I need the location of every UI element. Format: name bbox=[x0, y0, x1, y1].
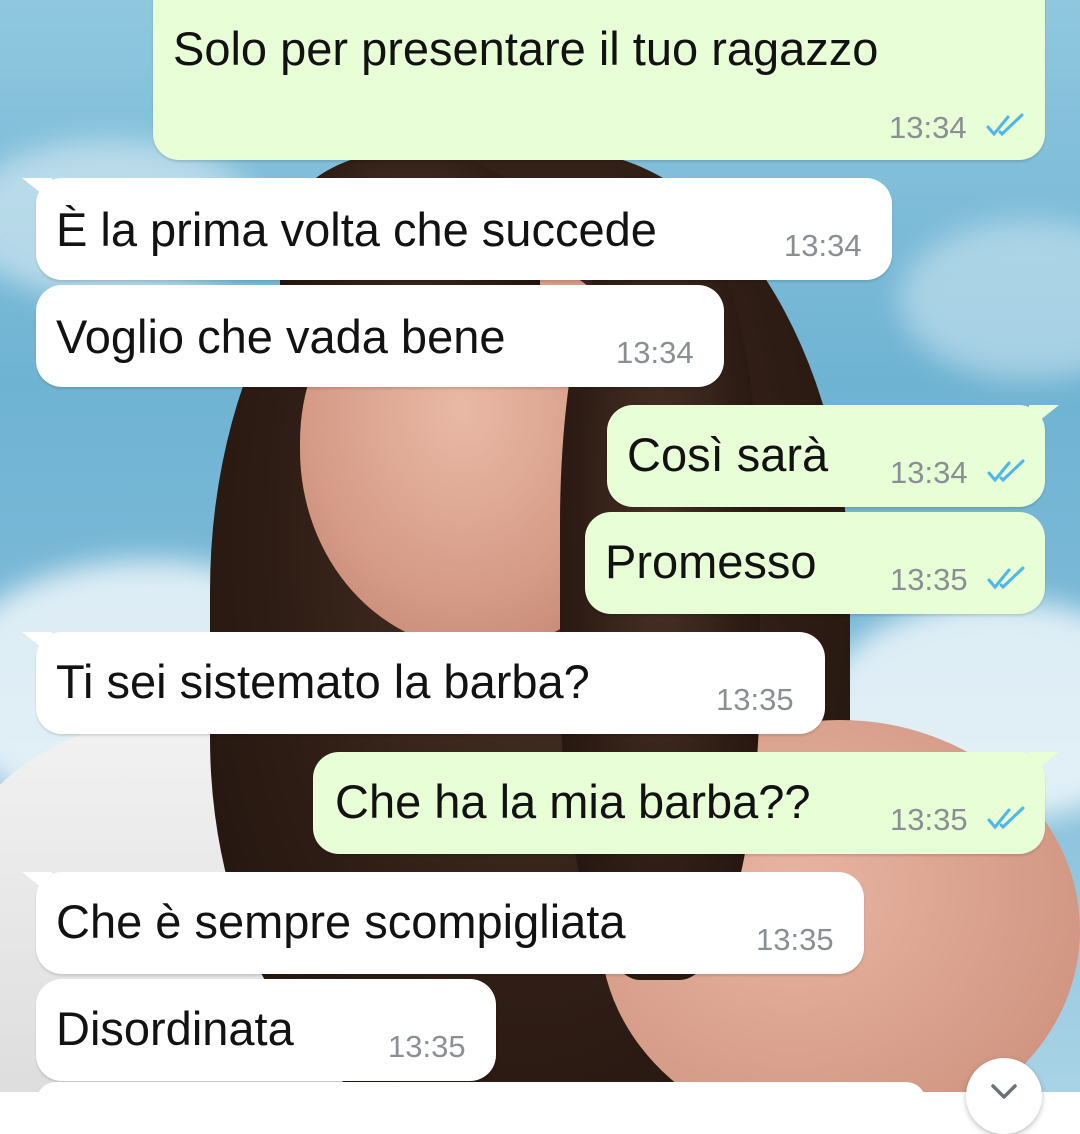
message-time: 13:35 bbox=[890, 802, 968, 837]
message-text: Voglio che vada bene bbox=[56, 310, 506, 363]
message-bubble-incoming[interactable]: Disordinata 13:35 bbox=[36, 979, 496, 1081]
message-text: Ti sei sistemato la barba? bbox=[56, 655, 590, 708]
message-time: 13:34 bbox=[889, 110, 967, 145]
message-bubble-incoming[interactable]: È la prima volta che succede 13:34 bbox=[22, 178, 892, 280]
message-time: 13:35 bbox=[756, 922, 834, 957]
double-check-icon bbox=[987, 566, 1025, 590]
double-check-icon bbox=[987, 459, 1025, 483]
message-text: È la prima volta che succede bbox=[56, 203, 657, 256]
message-text: Promesso bbox=[605, 535, 817, 588]
message-text: Disordinata bbox=[56, 1002, 294, 1055]
double-check-icon bbox=[986, 113, 1024, 137]
message-bubble-incoming[interactable]: Che è sempre scompigliata 13:35 bbox=[22, 872, 864, 974]
message-bubble-incoming[interactable]: Voglio che vada bene 13:34 bbox=[36, 285, 724, 387]
double-check-icon bbox=[987, 806, 1025, 830]
message-time: 13:35 bbox=[388, 1029, 466, 1064]
message-bubble-outgoing[interactable]: Solo per presentare il tuo ragazzo 13:34 bbox=[153, 0, 1045, 160]
message-text: Che ha la mia barba?? bbox=[335, 775, 811, 828]
chevron-down-icon bbox=[991, 1084, 1017, 1099]
message-text: Che è sempre scompigliata bbox=[56, 895, 626, 948]
message-bubble-outgoing[interactable]: Promesso 13:35 bbox=[585, 512, 1045, 614]
message-bubble-outgoing[interactable]: Che ha la mia barba?? 13:35 bbox=[313, 752, 1059, 854]
message-time: 13:35 bbox=[890, 562, 968, 597]
message-bubble-incoming-partial[interactable] bbox=[36, 1082, 926, 1122]
message-text: Così sarà bbox=[627, 428, 829, 481]
message-text: Solo per presentare il tuo ragazzo bbox=[173, 22, 879, 75]
message-bubble-outgoing[interactable]: Così sarà 13:34 bbox=[607, 405, 1059, 507]
message-time: 13:34 bbox=[890, 455, 968, 490]
message-time: 13:34 bbox=[784, 228, 862, 263]
message-time: 13:34 bbox=[616, 335, 694, 370]
message-time: 13:35 bbox=[716, 682, 794, 717]
scroll-to-bottom-button[interactable] bbox=[966, 1058, 1042, 1134]
message-bubble-incoming[interactable]: Ti sei sistemato la barba? 13:35 bbox=[22, 632, 825, 734]
